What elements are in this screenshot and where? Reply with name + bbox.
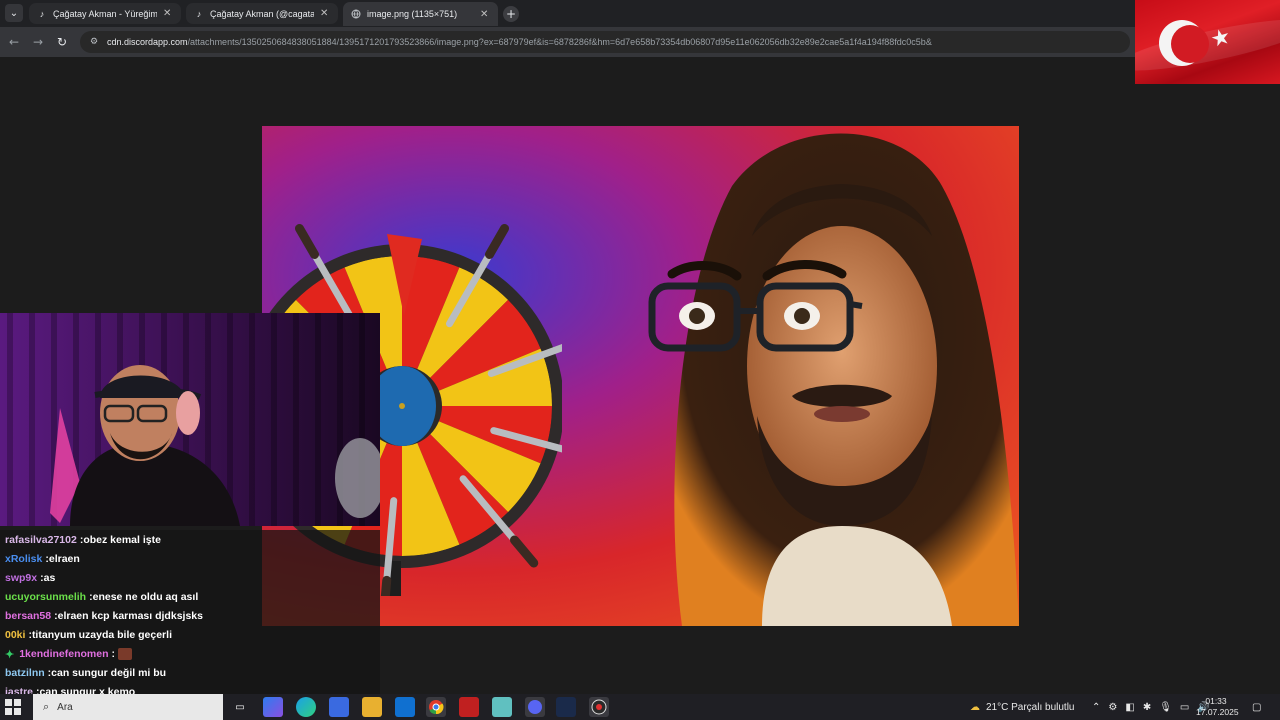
emote-icon [118, 648, 132, 660]
tab-strip: ⌄ ♪ Çağatay Akman - Yüreğim Dav ✕ ♪ Çağa… [0, 0, 1280, 27]
chat-username[interactable]: bersan58 [5, 610, 51, 622]
steam-icon[interactable] [556, 697, 576, 717]
chat-message: 00ki : titanyum uzayda bile geçerli [5, 629, 172, 641]
taskbar-search[interactable]: ⌕ Ara [33, 694, 223, 720]
chat-username[interactable]: 00ki [5, 629, 25, 641]
streamer-camera-feed [0, 313, 380, 526]
globe-icon [351, 9, 361, 19]
tiktok-icon: ♪ [39, 8, 45, 19]
chat-username[interactable]: swp9x [5, 572, 37, 584]
chat-message: batzilnn : can sungur değil mi bu [5, 667, 167, 679]
chat-message: rafasilva27102 : obez kemal işte [5, 534, 161, 546]
copilot-icon[interactable] [263, 697, 283, 717]
tab-title: Çağatay Akman (@cagatayakm [210, 8, 314, 19]
clock-time: 01:33 [1205, 696, 1227, 706]
windows-start-icon[interactable] [4, 698, 22, 716]
chat-message: ucuyorsunmelih : enese ne oldu aq asıl [5, 591, 199, 603]
tab-tiktok-2[interactable]: ♪ Çağatay Akman (@cagatayakm ✕ [186, 3, 338, 24]
network-icon[interactable]: ▭ [1180, 702, 1189, 713]
chat-message: xRolisk : elraen [5, 553, 80, 565]
close-icon[interactable]: ✕ [163, 8, 173, 19]
chat-message: swp9x : as [5, 572, 56, 584]
store-icon[interactable] [329, 697, 349, 717]
chat-username[interactable]: xRolisk [5, 553, 42, 565]
new-tab-button[interactable]: + [503, 6, 519, 22]
chrome-icon[interactable] [426, 697, 446, 717]
notification-icon[interactable]: ▢ [1252, 694, 1261, 720]
back-button[interactable]: ← [6, 34, 22, 50]
edge-icon[interactable] [296, 697, 316, 717]
subscriber-badge-icon: ✦ [5, 648, 15, 661]
tab-title: image.png (1135×751) [367, 9, 458, 19]
system-tray: ⌃ ⚙ ◧ ✱ 🎙 ▭ 🔊 [1092, 694, 1210, 720]
file-explorer-icon[interactable] [362, 697, 382, 717]
reload-button[interactable]: ↻ [54, 34, 70, 50]
weather-icon: ☁ [970, 701, 980, 713]
tab-search-button[interactable]: ⌄ [5, 4, 23, 22]
windows-taskbar: ⌕ Ara ▭ ☁ 21°C Parçalı bulutlu ⌃ ⚙ ◧ ✱ 🎙… [0, 694, 1280, 720]
search-placeholder: Ara [57, 701, 73, 713]
chat-text: enese ne oldu aq asıl [92, 591, 199, 603]
notes-icon[interactable] [492, 697, 512, 717]
tab-image[interactable]: image.png (1135×751) ✕ [343, 2, 498, 26]
turkish-flag-overlay: ★ [1135, 0, 1280, 84]
search-icon: ⌕ [43, 700, 50, 713]
site-settings-icon[interactable]: ⚙ [88, 36, 100, 48]
microphone-icon[interactable]: 🎙 [1159, 702, 1172, 713]
outlook-icon[interactable] [395, 697, 415, 717]
url-text: cdn.discordapp.com/attachments/135025068… [107, 37, 932, 47]
clock-date: 17.07.2025 [1196, 707, 1239, 717]
arrow-left-icon: ← [8, 35, 20, 49]
steam-tray-icon[interactable]: ⚙ [1108, 702, 1117, 713]
obs-icon[interactable] [589, 697, 609, 717]
app-icon[interactable] [459, 697, 479, 717]
chevron-down-icon: ⌄ [9, 7, 19, 19]
url-path: /attachments/1350250684838051884/1395171… [187, 37, 932, 47]
chat-text: as [43, 572, 56, 584]
chat-text: elraen [48, 553, 80, 565]
weather-widget[interactable]: ☁ 21°C Parçalı bulutlu [970, 694, 1075, 720]
close-icon[interactable]: ✕ [320, 8, 330, 19]
tiktok-icon: ♪ [196, 8, 202, 19]
bluetooth-icon[interactable]: ✱ [1143, 702, 1151, 713]
url-host: cdn.discordapp.com [107, 37, 188, 47]
discord-icon[interactable] [525, 697, 545, 717]
address-bar[interactable]: ⚙ cdn.discordapp.com/attachments/1350250… [80, 31, 1130, 53]
forward-button[interactable]: → [30, 34, 46, 50]
chat-text: titanyum uzayda bile geçerli [31, 629, 172, 641]
plus-icon: + [505, 7, 517, 21]
chat-message: ✦ 1kendinefenomen : [5, 646, 132, 662]
tab-tiktok-1[interactable]: ♪ Çağatay Akman - Yüreğim Dav ✕ [29, 3, 181, 24]
chevron-up-icon[interactable]: ⌃ [1092, 702, 1100, 713]
task-view-icon[interactable]: ▭ [230, 697, 250, 717]
browser-toolbar: ← → ↻ ⚙ cdn.discordapp.com/attachments/1… [0, 27, 1280, 57]
arrow-right-icon: → [32, 35, 44, 49]
system-clock[interactable]: 01:33 17.07.2025 [1196, 696, 1239, 718]
chat-username[interactable]: ucuyorsunmelih [5, 591, 86, 603]
tray-app-icon[interactable]: ◧ [1125, 702, 1134, 713]
portrait-illustration [648, 133, 1019, 626]
chat-text: can sungur değil mi bu [51, 667, 167, 679]
stream-chat: rafasilva27102 : obez kemal işte xRolisk … [0, 530, 380, 716]
close-icon[interactable]: ✕ [480, 9, 490, 20]
reload-icon: ↻ [56, 35, 68, 49]
tab-title: Çağatay Akman - Yüreğim Dav [53, 8, 157, 19]
weather-text: 21°C Parçalı bulutlu [986, 701, 1075, 713]
chat-username[interactable]: 1kendinefenomen [19, 648, 108, 660]
webcam-overlay [0, 313, 380, 526]
chat-username[interactable]: batzilnn [5, 667, 45, 679]
chat-message: bersan58 : elraen kcp karması djdksjsks [5, 610, 203, 622]
chat-text: obez kemal işte [83, 534, 161, 546]
chat-text: elraen kcp karması djdksjsks [57, 610, 203, 622]
chat-username[interactable]: rafasilva27102 [5, 534, 77, 546]
